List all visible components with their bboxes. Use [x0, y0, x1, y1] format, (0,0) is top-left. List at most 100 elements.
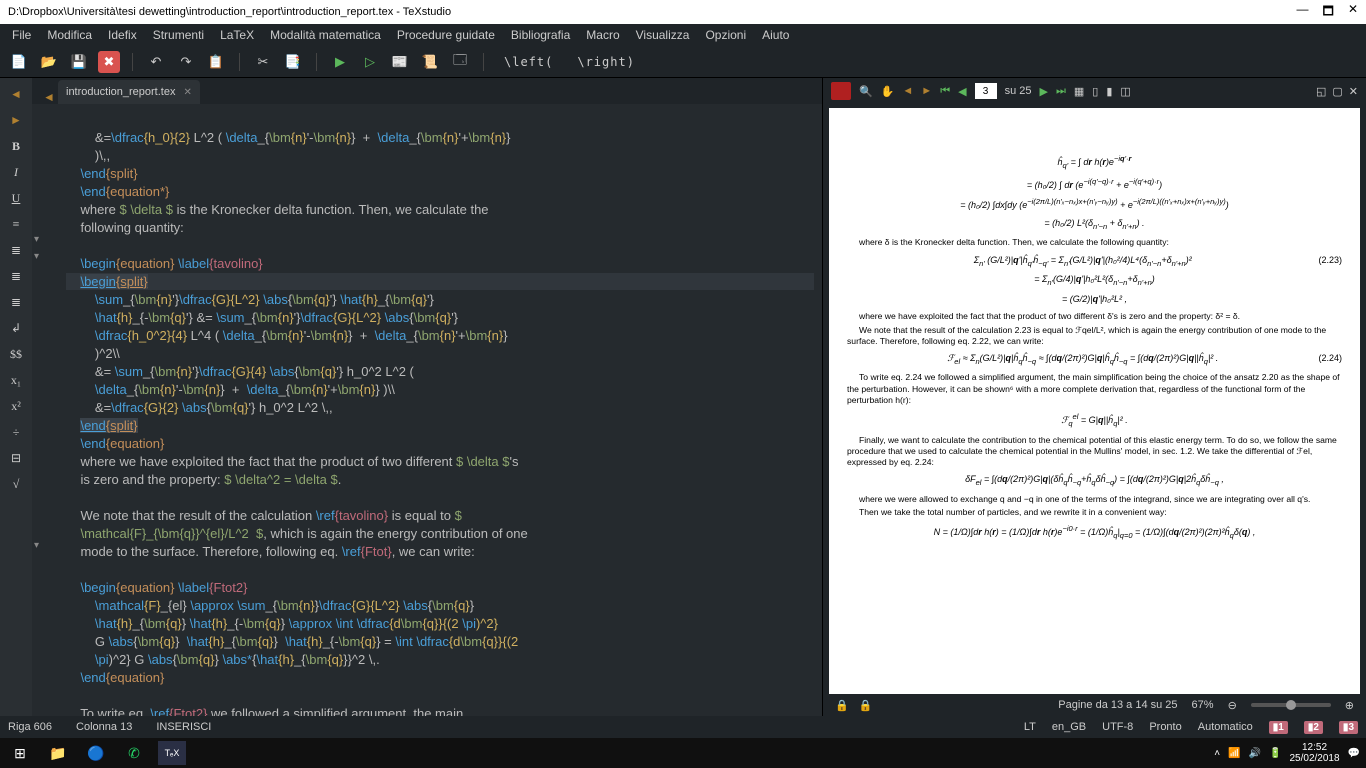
pdf-dual-icon[interactable]: ◫: [1120, 85, 1130, 98]
status-lang[interactable]: en_GB: [1052, 721, 1086, 733]
frac-icon[interactable]: ÷: [5, 422, 27, 442]
status-ready: Pronto: [1149, 721, 1181, 733]
whatsapp-icon[interactable]: ✆: [120, 741, 148, 765]
tray-network-icon[interactable]: 📶: [1228, 748, 1240, 759]
start-icon[interactable]: ⊞: [6, 741, 34, 765]
redo-icon[interactable]: ↷: [175, 51, 197, 73]
editor-tab[interactable]: introduction_report.tex ✕: [58, 80, 200, 104]
pdf-statusbar: 🔒 🔒 Pagine da 13 a 14 su 25 67% ⊖ ⊕: [823, 694, 1366, 716]
align-l-icon[interactable]: ≣: [5, 240, 27, 260]
italic-icon[interactable]: I: [5, 162, 27, 182]
status-enc[interactable]: UTF-8: [1102, 721, 1133, 733]
pdf-view-icon[interactable]: ▦: [1074, 85, 1084, 98]
tab-close-icon[interactable]: ✕: [183, 87, 191, 98]
pdf-page-input[interactable]: [975, 83, 997, 99]
pdf-equation: = Σn'(G/4)|q'|h₀²L²(δn'−n+δn'+n): [847, 274, 1342, 288]
dfrac-icon[interactable]: ⊟: [5, 448, 27, 468]
tray-notifications-icon[interactable]: 💬: [1348, 748, 1360, 759]
pdf-hand-icon[interactable]: ✋: [881, 85, 895, 98]
menu-options[interactable]: Opzioni: [705, 28, 746, 42]
menu-file[interactable]: File: [12, 28, 31, 42]
pdf-back-icon[interactable]: ◄: [902, 85, 913, 97]
inline-math-icon[interactable]: $$: [5, 344, 27, 364]
emph-icon[interactable]: ≡: [5, 214, 27, 234]
new-file-icon[interactable]: 📄: [8, 51, 30, 73]
pdf-last-icon[interactable]: ⏭: [1056, 85, 1066, 98]
tray-battery-icon[interactable]: 🔋: [1269, 748, 1281, 759]
open-file-icon[interactable]: 📂: [38, 51, 60, 73]
save-icon[interactable]: 💾: [68, 51, 90, 73]
window-maximize[interactable]: 🗖: [1323, 2, 1334, 23]
subscript-icon[interactable]: x₁: [5, 370, 27, 390]
pdf-prev-icon[interactable]: ◀: [958, 85, 966, 98]
pdf-single-icon[interactable]: ▯: [1092, 85, 1098, 98]
windows-taskbar[interactable]: ⊞ 📁 🔵 ✆ TₑX ˄ 📶 🔊 🔋 12:52 25/02/2018 💬: [0, 738, 1366, 768]
tray-chevron-icon[interactable]: ˄: [1214, 748, 1220, 759]
left-paren-snippet[interactable]: \left(: [504, 55, 553, 69]
pdf-fwd-icon[interactable]: ►: [921, 85, 932, 97]
tab-prev-icon[interactable]: ◄: [40, 90, 58, 104]
menu-biblio[interactable]: Bibliografia: [511, 28, 570, 42]
pdf-equation: δFel = ∫(dq/(2π)²)G|q|(δĥqĥ−q+ĥqδĥ−q) = …: [847, 474, 1342, 488]
status-lt[interactable]: LT: [1024, 721, 1036, 733]
menu-wizards[interactable]: Procedure guidate: [397, 28, 495, 42]
pdf-record-icon[interactable]: [831, 82, 851, 100]
tray-volume-icon[interactable]: 🔊: [1249, 748, 1261, 759]
tray-clock[interactable]: 12:52 25/02/2018: [1289, 742, 1339, 764]
close-doc-icon[interactable]: ✖: [98, 51, 120, 73]
lock-icon: 🔒: [859, 699, 873, 712]
pdf-equation: Σn' (G/L²)|q'|ĥq'ĥ−q' = Σn'(G/L²)|q'|(h₀…: [847, 255, 1342, 269]
menu-tools[interactable]: Strumenti: [153, 28, 204, 42]
menu-latex[interactable]: LaTeX: [220, 28, 254, 42]
right-paren-snippet[interactable]: \right): [577, 55, 635, 69]
code-editor[interactable]: &=\dfrac{h_0}{2} L^2 ( \delta_{\bm{n}'-\…: [32, 104, 822, 716]
window-minimize[interactable]: —: [1297, 2, 1309, 23]
zoom-in-icon[interactable]: ⊕: [1345, 699, 1354, 712]
superscript-icon[interactable]: x²: [5, 396, 27, 416]
pdf-search-icon[interactable]: 🔍: [859, 85, 873, 98]
pdf-first-icon[interactable]: ⏮: [940, 85, 950, 98]
newline-icon[interactable]: ↲: [5, 318, 27, 338]
pdf-close-icon[interactable]: ✕: [1349, 85, 1358, 98]
pdf-enlarge-icon[interactable]: ▢: [1332, 85, 1342, 98]
pdf-window-icon[interactable]: ◱: [1316, 85, 1326, 98]
build-icon[interactable]: ▶: [329, 51, 351, 73]
explorer-icon[interactable]: 📁: [44, 741, 72, 765]
underline-icon[interactable]: U: [5, 188, 27, 208]
view-pdf-icon[interactable]: 📰: [389, 51, 411, 73]
zoom-out-icon[interactable]: ⊖: [1228, 699, 1237, 712]
bookmark-2[interactable]: ▮2: [1304, 721, 1323, 734]
sqrt-icon[interactable]: √: [5, 474, 27, 494]
status-auto[interactable]: Automatico: [1198, 721, 1253, 733]
viewer-icon[interactable]: 🗔: [449, 51, 471, 73]
menu-bar: File Modifica Idefix Strumenti LaTeX Mod…: [0, 24, 1366, 46]
menu-help[interactable]: Aiuto: [762, 28, 789, 42]
bookmark-1[interactable]: ▮1: [1269, 721, 1288, 734]
menu-macro[interactable]: Macro: [586, 28, 619, 42]
paste-icon[interactable]: 📑: [282, 51, 304, 73]
window-close[interactable]: ✕: [1348, 2, 1358, 23]
pdf-page[interactable]: ĥq' = ∫ dr h(r)e−iq'·r = (h₀/2) ∫ dr (e−…: [829, 108, 1360, 694]
nav-back-icon[interactable]: ◄: [5, 84, 27, 104]
cut-icon[interactable]: ✂: [252, 51, 274, 73]
bold-icon[interactable]: B: [5, 136, 27, 156]
align-c-icon[interactable]: ≣: [5, 266, 27, 286]
pdf-cont-icon[interactable]: ▮: [1106, 85, 1112, 98]
copy-icon[interactable]: 📋: [205, 51, 227, 73]
zoom-slider[interactable]: [1251, 703, 1331, 707]
texstudio-icon[interactable]: TₑX: [158, 741, 186, 765]
pdf-text: Finally, we want to calculate the contri…: [847, 435, 1342, 469]
pdf-toolbar: 🔍 ✋ ◄ ► ⏮ ◀ su 25 ▶ ⏭ ▦ ▯ ▮ ◫ ◱ ▢ ✕: [823, 78, 1366, 104]
menu-idefix[interactable]: Idefix: [108, 28, 137, 42]
menu-math[interactable]: Modalità matematica: [270, 28, 381, 42]
align-r-icon[interactable]: ≣: [5, 292, 27, 312]
log-icon[interactable]: 📜: [419, 51, 441, 73]
menu-view[interactable]: Visualizza: [636, 28, 690, 42]
menu-edit[interactable]: Modifica: [47, 28, 92, 42]
pdf-next-icon[interactable]: ▶: [1039, 85, 1047, 98]
undo-icon[interactable]: ↶: [145, 51, 167, 73]
compile-icon[interactable]: ▷: [359, 51, 381, 73]
chrome-icon[interactable]: 🔵: [82, 741, 110, 765]
nav-fwd-icon[interactable]: ►: [5, 110, 27, 130]
bookmark-3[interactable]: ▮3: [1339, 721, 1358, 734]
